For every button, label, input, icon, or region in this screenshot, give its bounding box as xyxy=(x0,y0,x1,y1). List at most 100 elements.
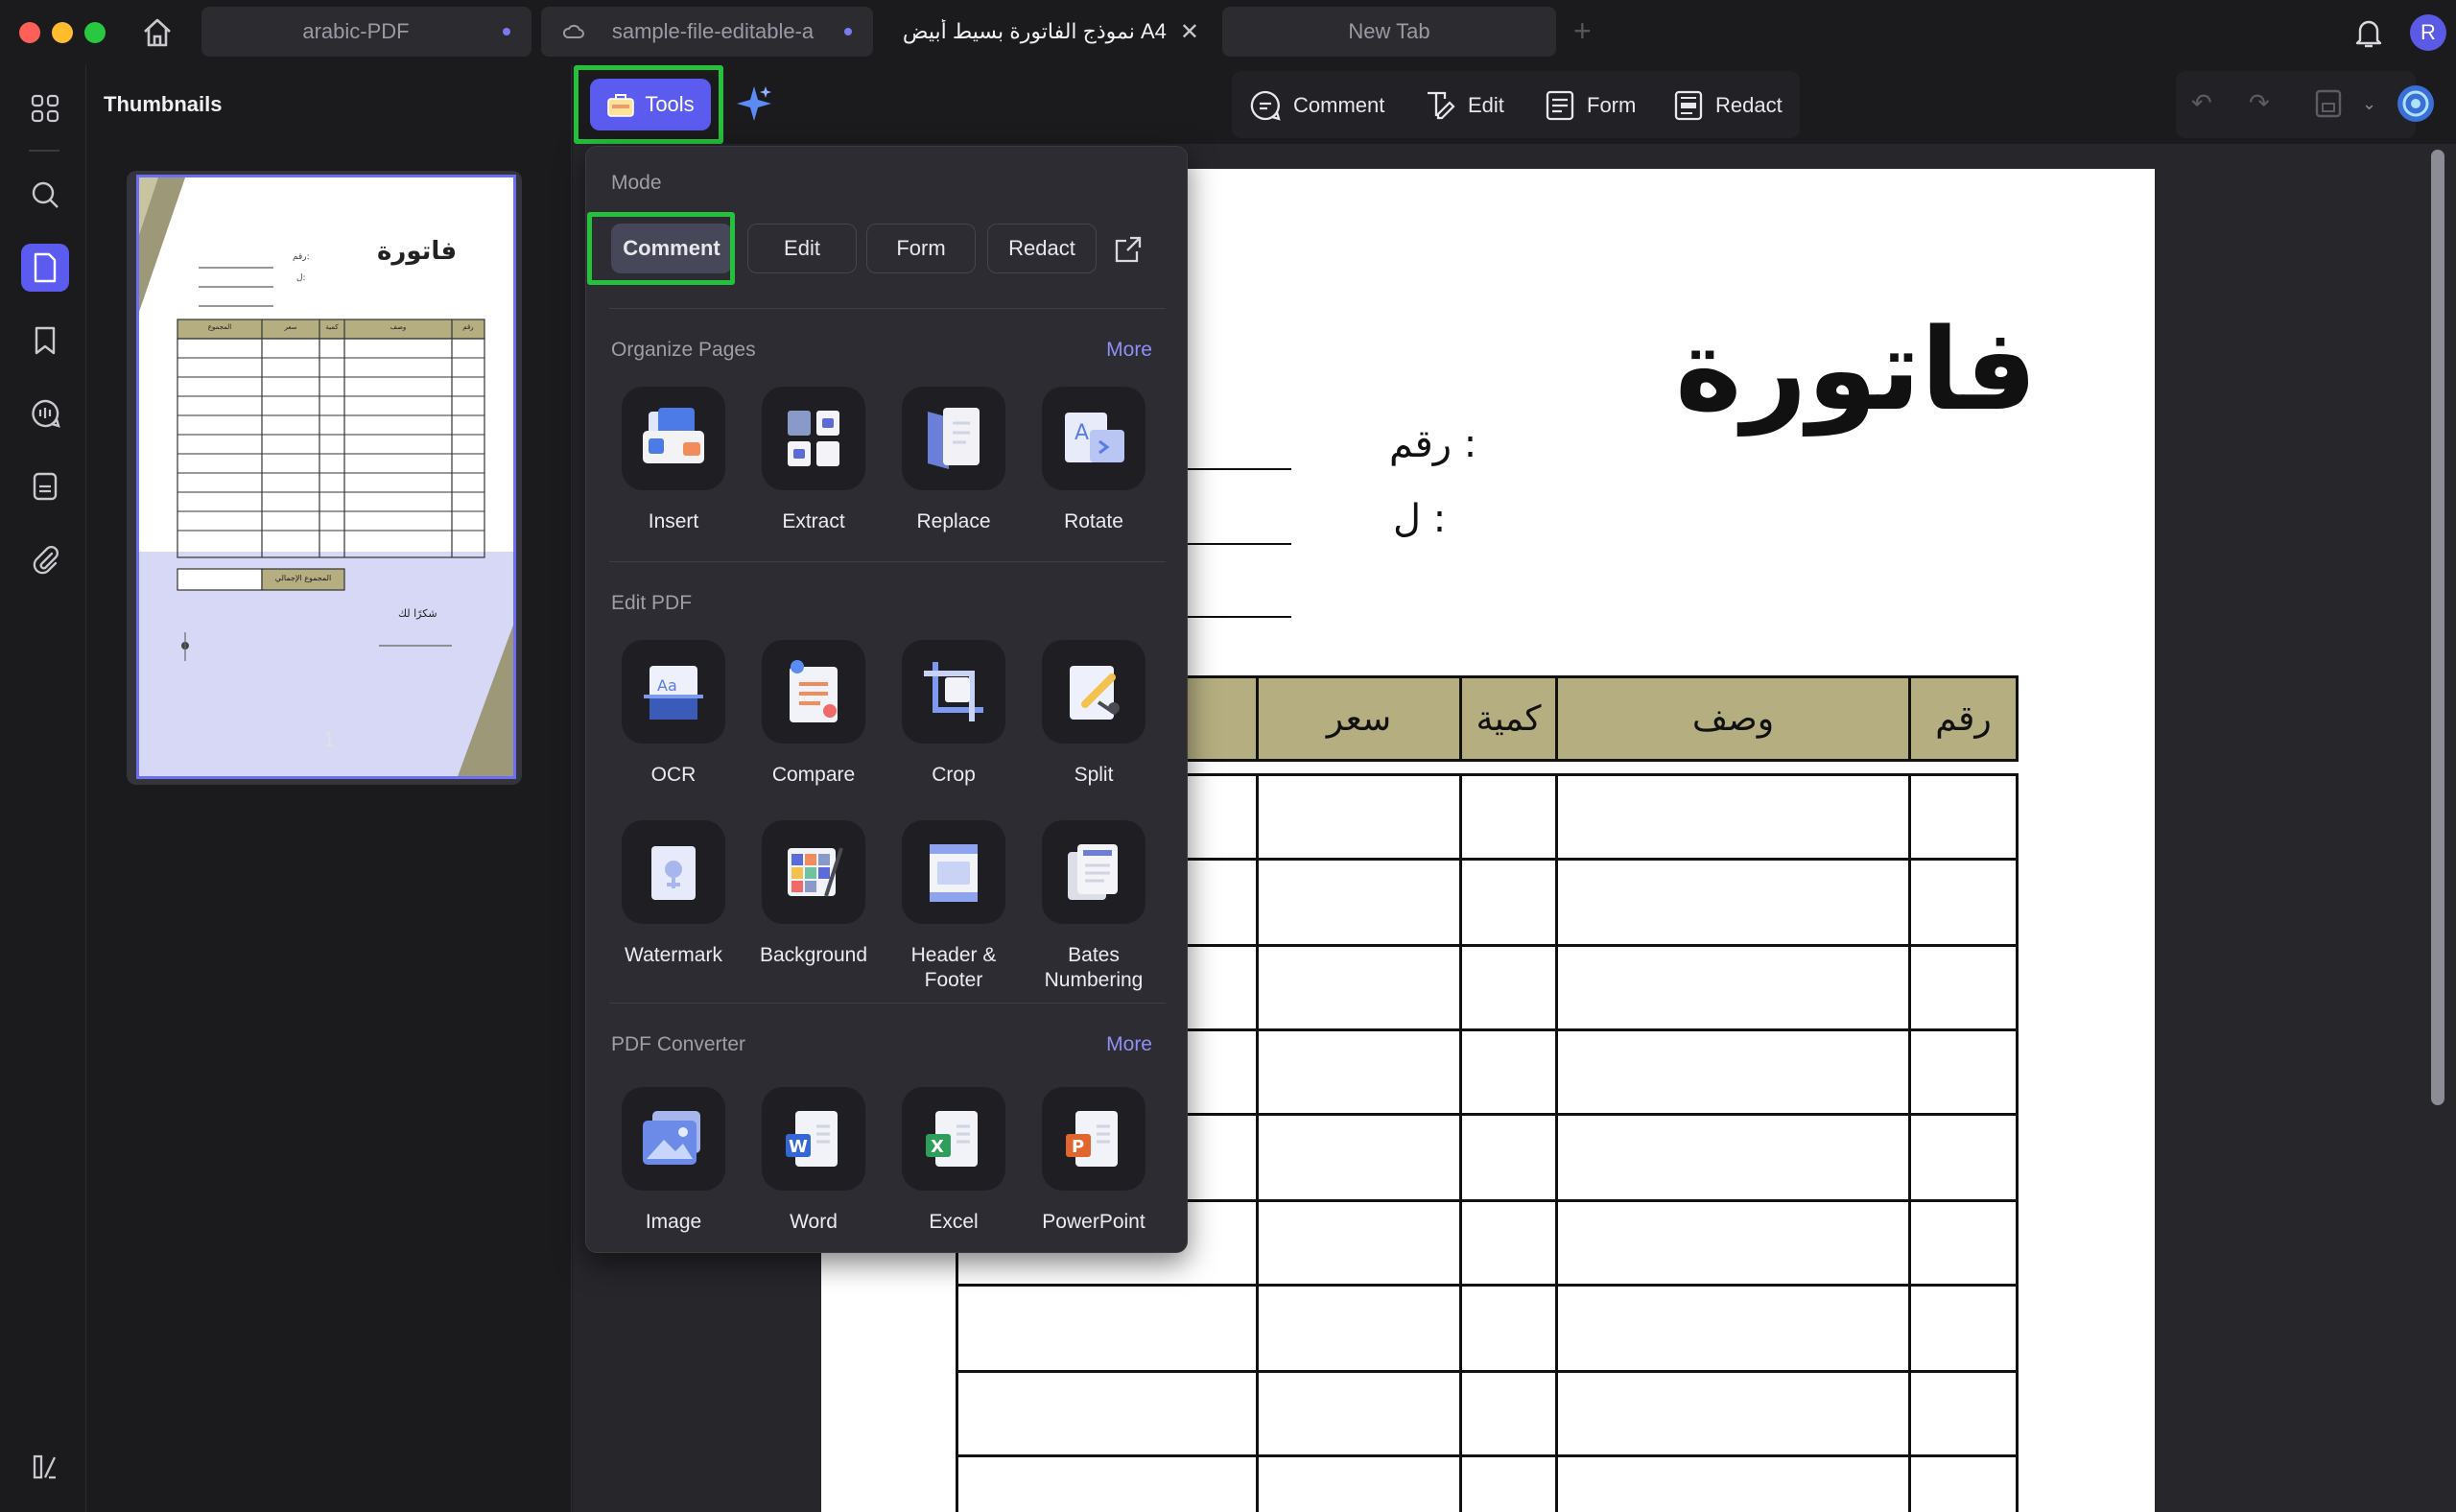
app-logo-icon[interactable] xyxy=(2395,83,2437,125)
attachment-file-icon[interactable] xyxy=(21,462,69,510)
tool-convert-image[interactable]: Image xyxy=(603,1087,744,1235)
tool-split[interactable]: Split xyxy=(1024,640,1164,788)
crop-icon xyxy=(902,640,1005,744)
tool-background[interactable]: Background xyxy=(744,820,884,968)
tab-label: A4 نموذج الفاتورة بسيط أبيض ر xyxy=(904,19,1167,43)
thumbnail-to-label: ل: xyxy=(296,273,306,283)
tool-crop[interactable]: Crop xyxy=(884,640,1024,788)
tool-convert-word-label: Word xyxy=(790,1211,838,1233)
form-icon xyxy=(1546,90,1574,121)
tool-watermark-label: Watermark xyxy=(625,944,722,966)
tab-label: New Tab xyxy=(1348,19,1430,43)
sidebar-toggle-icon[interactable] xyxy=(21,1443,69,1491)
table-col-line xyxy=(1908,773,1911,1512)
tool-convert-excel[interactable]: X Excel xyxy=(884,1087,1024,1235)
toolbar-edit-button[interactable]: Edit xyxy=(1424,86,1504,125)
undo-icon[interactable]: ↶ xyxy=(2191,88,2212,118)
ocr-icon: Aa xyxy=(622,640,725,744)
tool-convert-powerpoint[interactable]: P PowerPoint xyxy=(1024,1087,1164,1235)
tab-arabic-pdf[interactable]: arabic-PDF xyxy=(201,7,531,57)
redact-icon xyxy=(1674,90,1703,121)
tool-watermark[interactable]: Watermark xyxy=(603,820,744,968)
thumbnails-title: Thumbnails xyxy=(104,92,223,116)
save-options-chevron-down-icon[interactable]: ⌄ xyxy=(2362,94,2376,114)
compare-icon xyxy=(762,640,865,744)
svg-text:X: X xyxy=(931,1137,944,1157)
thumbnail-page-preview xyxy=(139,177,513,776)
thumbnail-col-total: المجموع xyxy=(207,323,232,331)
tool-bates-numbering[interactable]: Bates Numbering xyxy=(1024,820,1164,993)
redo-icon[interactable]: ↷ xyxy=(2249,88,2270,118)
tool-insert[interactable]: Insert xyxy=(603,387,744,534)
tab-label: arabic-PDF xyxy=(302,19,410,43)
unsaved-dot-icon xyxy=(844,28,852,35)
user-avatar[interactable]: R xyxy=(2410,14,2446,51)
tool-rotate-label: Rotate xyxy=(1064,510,1123,532)
left-icon-rail xyxy=(0,65,86,1512)
split-icon xyxy=(1042,640,1145,744)
app-window: arabic-PDF sample-file-editable-a A4 نمو… xyxy=(0,0,2456,1512)
thumbnail-page-number: 1 xyxy=(322,727,336,751)
table-header-number: رقم xyxy=(1908,675,2019,762)
organize-more-link[interactable]: More xyxy=(1106,339,1152,362)
extract-pages-icon xyxy=(762,387,865,490)
thumbnails-panel: Thumbnails فاتورة رقم: ل: رقم وصف كمية س… xyxy=(86,65,572,1512)
search-icon[interactable] xyxy=(21,171,69,219)
minimize-window-button[interactable] xyxy=(52,22,73,43)
table-col-line xyxy=(1555,773,1558,1512)
tool-ocr[interactable]: Aa OCR xyxy=(603,640,744,788)
bookmark-icon[interactable] xyxy=(21,317,69,365)
home-icon[interactable] xyxy=(140,15,175,50)
tool-replace[interactable]: Replace xyxy=(884,387,1024,534)
tool-crop-label: Crop xyxy=(932,764,976,786)
paperclip-icon[interactable] xyxy=(21,535,69,583)
invoice-title: فاتورة xyxy=(1675,303,2038,436)
tool-convert-word[interactable]: W Word xyxy=(744,1087,884,1235)
table-header-description: وصف xyxy=(1555,675,1911,762)
vertical-scrollbar[interactable] xyxy=(2431,150,2444,1105)
mode-edit-button[interactable]: Edit xyxy=(747,224,857,273)
toolbar-edit-label: Edit xyxy=(1468,93,1504,117)
tool-convert-powerpoint-label: PowerPoint xyxy=(1042,1211,1145,1233)
toolbar-redact-button[interactable]: Redact xyxy=(1673,86,1783,125)
converter-more-link[interactable]: More xyxy=(1106,1033,1152,1056)
tab-invoice-template[interactable]: A4 نموذج الفاتورة بسيط أبيض ر ✕ xyxy=(883,7,1220,57)
comments-icon[interactable] xyxy=(21,390,69,437)
tool-header-footer[interactable]: Header & Footer xyxy=(884,820,1024,993)
table-col-line xyxy=(2016,773,2019,1512)
mode-redact-button[interactable]: Redact xyxy=(987,224,1097,273)
tools-highlight-box xyxy=(574,65,723,144)
toolbar-form-label: Form xyxy=(1587,93,1637,117)
new-tab-plus-icon[interactable]: + xyxy=(1573,13,1592,49)
tools-dropdown-menu: Mode Comment Edit Form Redact Organize P… xyxy=(585,146,1188,1253)
apps-grid-icon[interactable] xyxy=(21,84,69,132)
tab-new-tab[interactable]: New Tab xyxy=(1222,7,1556,57)
tool-convert-excel-label: Excel xyxy=(929,1211,979,1233)
zoom-window-button[interactable] xyxy=(84,22,106,43)
svg-text:P: P xyxy=(1072,1137,1084,1157)
table-col-line xyxy=(1256,773,1259,1512)
toolbar-redact-label: Redact xyxy=(1715,93,1783,117)
table-col-line xyxy=(1459,773,1462,1512)
thumbnails-icon[interactable] xyxy=(21,244,69,292)
close-window-button[interactable] xyxy=(19,22,40,43)
notification-bell-icon[interactable] xyxy=(2352,15,2385,50)
close-tab-icon[interactable]: ✕ xyxy=(1180,18,1199,46)
thumbnail-total-label: المجموع الإجمالي xyxy=(274,574,332,582)
save-icon[interactable] xyxy=(2314,88,2343,124)
menu-divider xyxy=(609,561,1166,562)
tool-rotate[interactable]: A Rotate xyxy=(1024,387,1164,534)
open-external-icon[interactable] xyxy=(1112,233,1145,266)
mode-form-button[interactable]: Form xyxy=(866,224,976,273)
page-thumbnail[interactable]: فاتورة رقم: ل: رقم وصف كمية سعر المجموع … xyxy=(136,175,516,779)
toolbar-comment-button[interactable]: Comment xyxy=(1249,86,1384,125)
thumbnail-number-label: رقم: xyxy=(293,252,310,262)
tool-extract[interactable]: Extract xyxy=(744,387,884,534)
thumbnail-col-quantity: كمية xyxy=(325,323,339,331)
tool-compare[interactable]: Compare xyxy=(744,640,884,788)
toolbar-form-button[interactable]: Form xyxy=(1545,86,1636,125)
svg-text:Aa: Aa xyxy=(657,676,677,695)
ai-sparkle-icon[interactable] xyxy=(733,83,775,125)
tab-sample-file[interactable]: sample-file-editable-a xyxy=(541,7,873,57)
comment-mode-highlight-box xyxy=(587,212,735,285)
